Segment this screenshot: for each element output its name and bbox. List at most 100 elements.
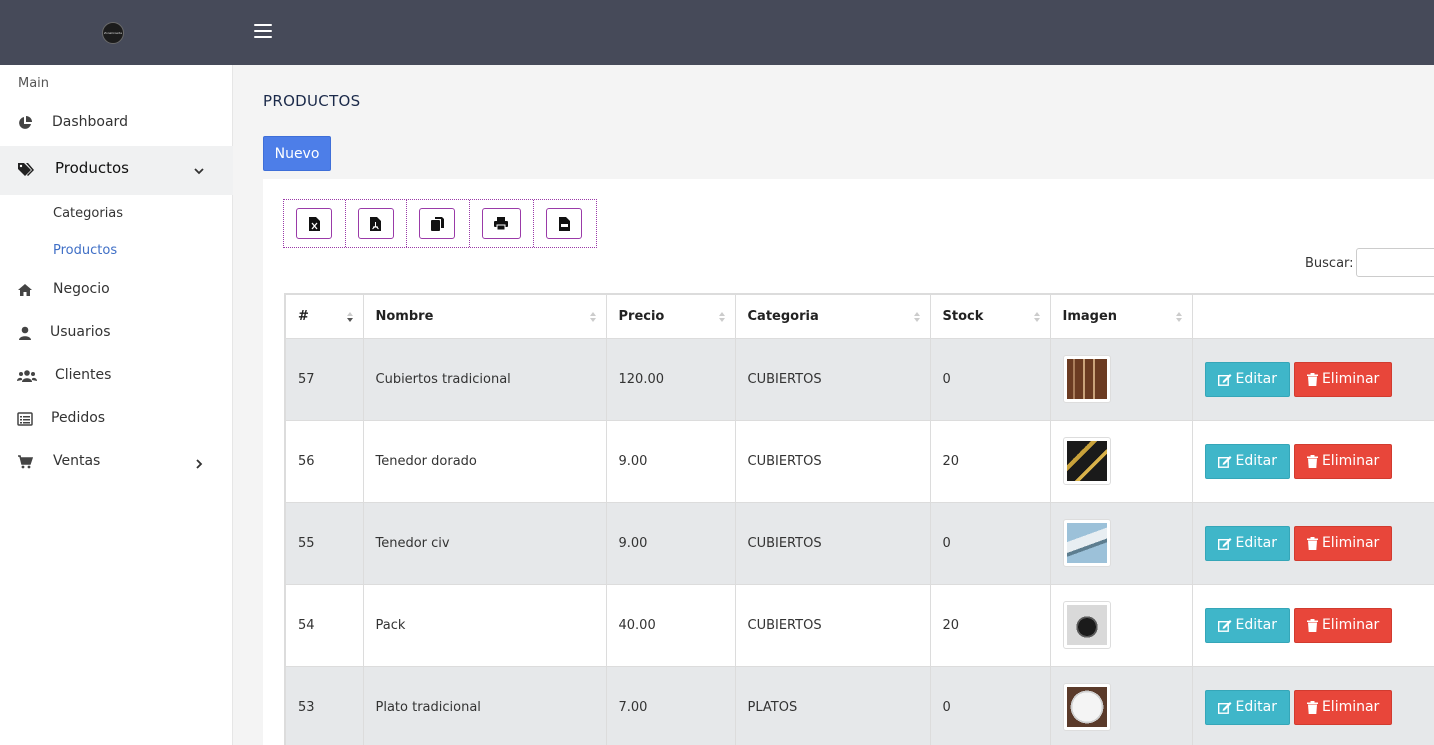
cell-nombre: Plato tradicional — [363, 666, 607, 745]
edit-icon — [1217, 537, 1231, 550]
sidebar-item-productos[interactable]: Productos — [0, 146, 233, 195]
edit-button[interactable]: Editar — [1204, 443, 1290, 479]
edit-button[interactable]: Editar — [1204, 361, 1290, 397]
column-header-precio[interactable]: Precio — [606, 293, 736, 339]
menu-toggle-icon[interactable] — [254, 24, 272, 38]
table-row: 56 Tenedor dorado 9.00 CUBIERTOS 20 Edit… — [284, 420, 1434, 503]
trash-icon — [1306, 372, 1318, 386]
column-header-stock[interactable]: Stock — [930, 293, 1051, 339]
cell-precio: 9.00 — [606, 420, 736, 503]
new-product-button[interactable]: Nuevo — [263, 136, 331, 171]
edit-button[interactable]: Editar — [1204, 525, 1290, 561]
cell-precio: 120.00 — [606, 338, 736, 421]
cell-id: 53 — [284, 666, 364, 745]
sort-icon — [913, 312, 920, 322]
export-excel-button[interactable] — [296, 208, 332, 239]
sidebar: Main Dashboard Productos Categorias Prod… — [0, 65, 233, 745]
sidebar-item-dashboard[interactable]: Dashboard — [0, 103, 233, 143]
cell-id: 56 — [284, 420, 364, 503]
column-header-imagen[interactable]: Imagen — [1050, 293, 1193, 339]
search-label: Buscar: — [1305, 256, 1354, 271]
sidebar-section-label: Main — [18, 76, 50, 91]
sidebar-item-label: Ventas — [53, 453, 101, 469]
cell-nombre: Cubiertos tradicional — [363, 338, 607, 421]
list-icon — [17, 412, 33, 426]
export-toolbar — [283, 199, 597, 248]
products-table: # Nombre Precio Categoria Stock Imagen 5… — [284, 293, 1434, 745]
brand-logo-text: ZonaCrowde — [104, 31, 122, 35]
product-thumbnail — [1062, 355, 1111, 403]
product-thumbnail — [1062, 683, 1111, 731]
edit-button[interactable]: Editar — [1204, 689, 1290, 725]
product-thumbnail — [1062, 601, 1111, 649]
chevron-right-icon — [196, 459, 203, 469]
sidebar-item-usuarios[interactable]: Usuarios — [0, 313, 233, 353]
sort-icon — [718, 312, 725, 322]
delete-button[interactable]: Eliminar — [1293, 689, 1393, 725]
delete-button[interactable]: Eliminar — [1293, 525, 1393, 561]
sort-icon — [589, 312, 596, 322]
cell-categoria: CUBIERTOS — [735, 420, 931, 503]
table-header-row: # Nombre Precio Categoria Stock Imagen — [284, 293, 1434, 339]
chevron-down-icon — [194, 168, 204, 175]
cell-stock: 20 — [930, 420, 1051, 503]
delete-button[interactable]: Eliminar — [1293, 607, 1393, 643]
column-header-categoria[interactable]: Categoria — [735, 293, 931, 339]
cell-categoria: CUBIERTOS — [735, 502, 931, 585]
sidebar-item-negocio[interactable]: Negocio — [0, 270, 233, 310]
cell-categoria: PLATOS — [735, 666, 931, 745]
export-csv-button[interactable] — [546, 208, 583, 239]
file-csv-icon — [558, 216, 570, 231]
sidebar-item-clientes[interactable]: Clientes — [0, 356, 233, 396]
cell-nombre: Tenedor dorado — [363, 420, 607, 503]
sidebar-item-pedidos[interactable]: Pedidos — [0, 399, 233, 439]
top-bar: ZonaCrowde — [0, 0, 1434, 65]
trash-icon — [1306, 700, 1318, 714]
chart-pie-icon — [19, 116, 32, 129]
cell-stock: 0 — [930, 338, 1051, 421]
edit-button[interactable]: Editar — [1204, 607, 1290, 643]
cell-precio: 9.00 — [606, 502, 736, 585]
tags-icon — [18, 163, 34, 176]
sidebar-subitem-productos[interactable]: Productos — [53, 243, 117, 258]
edit-icon — [1217, 373, 1231, 386]
column-header-nombre[interactable]: Nombre — [363, 293, 607, 339]
search-input[interactable] — [1356, 248, 1434, 277]
cell-categoria: CUBIERTOS — [735, 338, 931, 421]
sidebar-subitem-categorias[interactable]: Categorias — [53, 206, 123, 221]
trash-icon — [1306, 618, 1318, 632]
page-title: PRODUCTOS — [263, 92, 361, 110]
export-print-button[interactable] — [481, 208, 521, 239]
home-icon — [18, 284, 32, 296]
cell-stock: 0 — [930, 502, 1051, 585]
sort-icon — [1175, 312, 1182, 322]
cart-icon — [18, 455, 33, 469]
cell-precio: 7.00 — [606, 666, 736, 745]
user-icon — [19, 326, 31, 340]
column-header-actions — [1192, 293, 1434, 339]
table-row: 57 Cubiertos tradicional 120.00 CUBIERTO… — [284, 338, 1434, 421]
file-pdf-icon — [370, 216, 382, 231]
sidebar-item-ventas[interactable]: Ventas — [0, 442, 233, 482]
export-pdf-button[interactable] — [357, 208, 394, 239]
sidebar-item-label: Productos — [55, 159, 129, 177]
cell-nombre: Pack — [363, 584, 607, 667]
trash-icon — [1306, 536, 1318, 550]
print-icon — [494, 217, 509, 230]
export-copy-button[interactable] — [419, 208, 456, 239]
sort-icon — [1033, 312, 1040, 322]
cell-id: 55 — [284, 502, 364, 585]
table-row: 55 Tenedor civ 9.00 CUBIERTOS 0 Editar El… — [284, 502, 1434, 585]
edit-icon — [1217, 455, 1231, 468]
cell-precio: 40.00 — [606, 584, 736, 667]
column-header-id[interactable]: # — [284, 293, 364, 339]
delete-button[interactable]: Eliminar — [1293, 361, 1393, 397]
cell-stock: 0 — [930, 666, 1051, 745]
sidebar-item-label: Clientes — [55, 367, 112, 383]
cell-categoria: CUBIERTOS — [735, 584, 931, 667]
brand-logo[interactable]: ZonaCrowde — [102, 22, 124, 44]
edit-icon — [1217, 619, 1231, 632]
delete-button[interactable]: Eliminar — [1293, 443, 1393, 479]
edit-icon — [1217, 701, 1231, 714]
cell-id: 54 — [284, 584, 364, 667]
